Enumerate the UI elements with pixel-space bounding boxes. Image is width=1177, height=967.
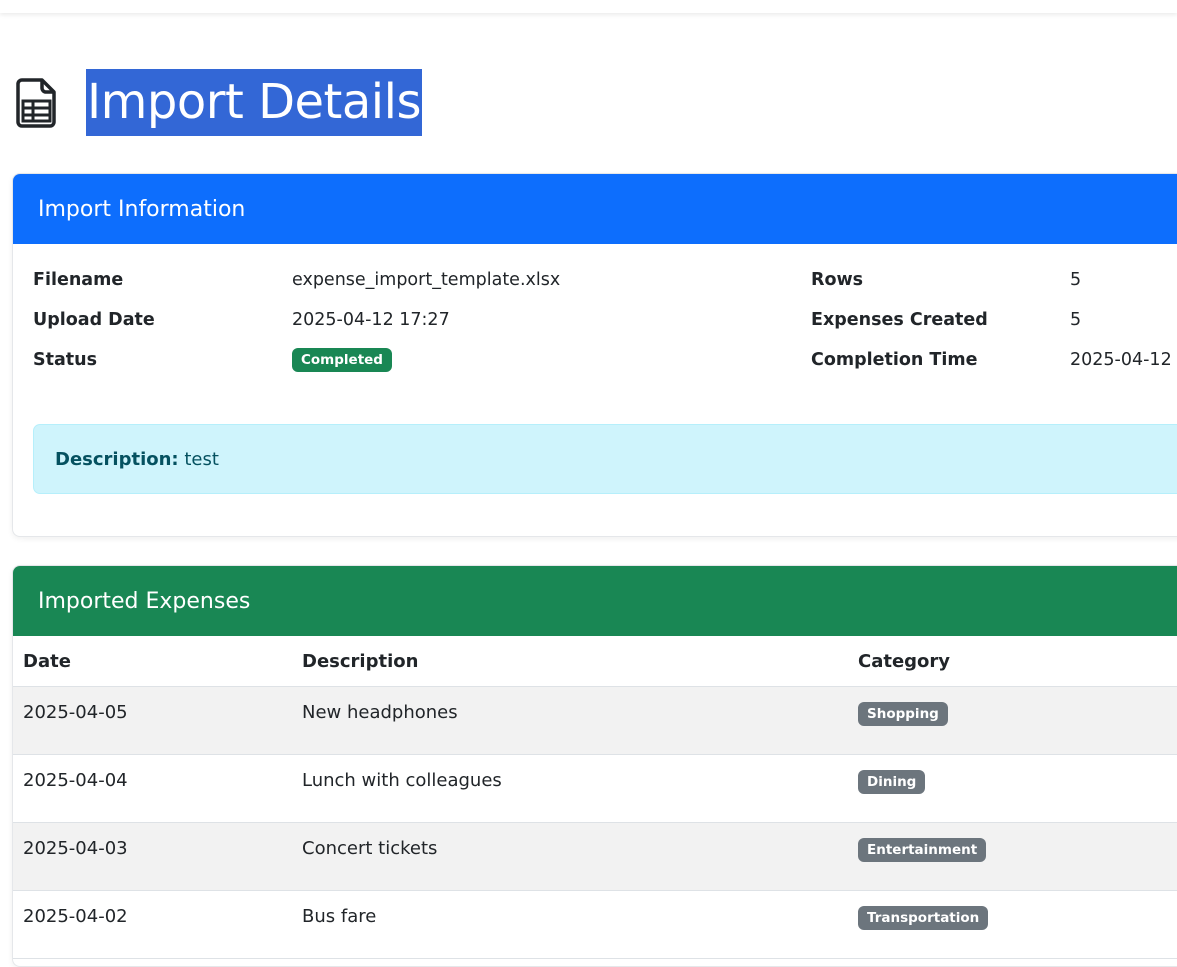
cell-category: Transportation bbox=[848, 890, 1166, 959]
column-header-category[interactable]: Category bbox=[848, 636, 1166, 687]
import-information-header: Import Information bbox=[13, 174, 1177, 244]
import-information-card: Import Information Filename expense_impo… bbox=[12, 173, 1177, 537]
cell-date: 2025-04-02 bbox=[13, 890, 292, 959]
expenses-table: Date Description Category 2025-04-05 New… bbox=[13, 636, 1177, 959]
upload-date-value: 2025-04-12 17:27 bbox=[292, 310, 450, 330]
table-row[interactable]: 2025-04-02 Bus fare Transportation bbox=[13, 890, 1177, 959]
cell-clipped bbox=[1166, 890, 1177, 959]
cell-category: Shopping bbox=[848, 686, 1166, 755]
imported-expenses-header: Imported Expenses bbox=[13, 566, 1177, 636]
table-row[interactable]: 2025-04-04 Lunch with colleagues Dining bbox=[13, 754, 1177, 823]
category-badge: Dining bbox=[858, 770, 926, 794]
completion-time-label: Completion Time bbox=[811, 350, 978, 370]
filename-value: expense_import_template.xlsx bbox=[292, 270, 561, 290]
cell-clipped bbox=[1166, 754, 1177, 823]
imported-expenses-card: Imported Expenses Date Description Categ… bbox=[12, 565, 1177, 967]
description-value: test bbox=[184, 448, 219, 470]
cell-date: 2025-04-04 bbox=[13, 754, 292, 823]
cell-description: New headphones bbox=[292, 686, 848, 755]
page-header: Import Details bbox=[16, 69, 422, 136]
category-badge: Transportation bbox=[858, 906, 989, 930]
cell-date: 2025-04-03 bbox=[13, 822, 292, 891]
rows-value: 5 bbox=[1070, 270, 1082, 290]
import-information-body: Filename expense_import_template.xlsx Up… bbox=[13, 244, 1177, 424]
cell-category: Dining bbox=[848, 754, 1166, 823]
table-header-row: Date Description Category bbox=[13, 636, 1177, 687]
description-label: Description: bbox=[55, 448, 179, 470]
page-title: Import Details bbox=[86, 69, 422, 136]
status-badge: Completed bbox=[292, 347, 392, 372]
expenses-created-value: 5 bbox=[1070, 310, 1082, 330]
cell-clipped bbox=[1166, 822, 1177, 891]
file-spreadsheet-icon bbox=[16, 77, 58, 129]
filename-label: Filename bbox=[33, 270, 124, 290]
cell-description: Concert tickets bbox=[292, 822, 848, 891]
status-label: Status bbox=[33, 350, 98, 370]
cell-clipped bbox=[1166, 686, 1177, 755]
cell-date: 2025-04-05 bbox=[13, 686, 292, 755]
table-row[interactable]: 2025-04-05 New headphones Shopping bbox=[13, 686, 1177, 755]
column-header-description[interactable]: Description bbox=[292, 636, 848, 687]
table-row[interactable]: 2025-04-03 Concert tickets Entertainment bbox=[13, 822, 1177, 891]
cell-description: Lunch with colleagues bbox=[292, 754, 848, 823]
expenses-created-label: Expenses Created bbox=[811, 310, 988, 330]
category-badge: Shopping bbox=[858, 702, 948, 726]
column-header-clipped bbox=[1166, 636, 1177, 687]
cell-description: Bus fare bbox=[292, 890, 848, 959]
rows-label: Rows bbox=[811, 270, 864, 290]
upload-date-label: Upload Date bbox=[33, 310, 155, 330]
top-navbar bbox=[0, 0, 1177, 13]
completion-time-value: 2025-04-12 bbox=[1070, 350, 1172, 370]
cell-category: Entertainment bbox=[848, 822, 1166, 891]
category-badge: Entertainment bbox=[858, 838, 987, 862]
column-header-date[interactable]: Date bbox=[13, 636, 292, 687]
description-alert: Description: test bbox=[33, 424, 1177, 494]
